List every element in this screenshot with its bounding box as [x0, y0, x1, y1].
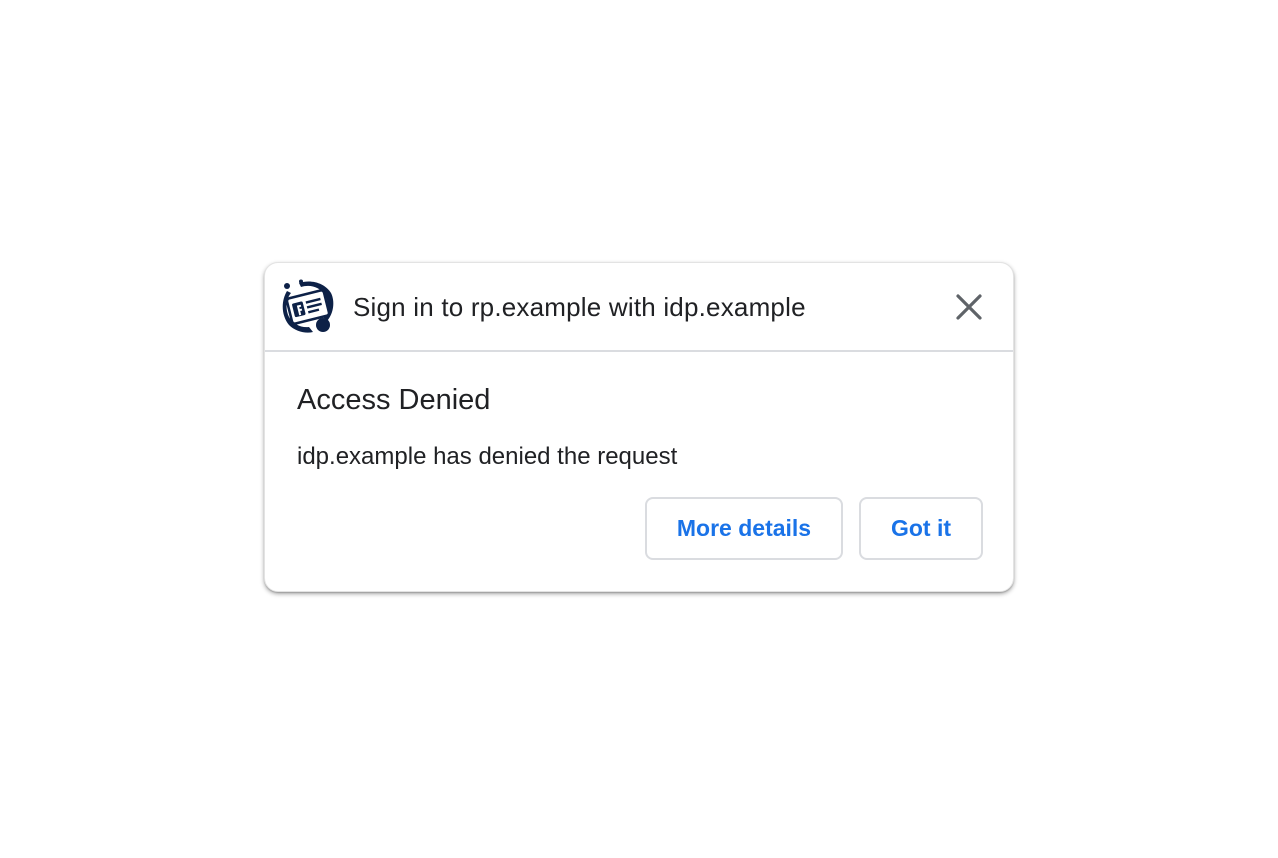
more-details-button[interactable]: More details [645, 497, 843, 560]
got-it-button[interactable]: Got it [859, 497, 983, 560]
close-icon [956, 294, 982, 320]
idp-logo-icon [279, 279, 335, 333]
sign-in-dialog: Sign in to rp.example with idp.example A… [264, 262, 1014, 592]
close-button[interactable] [951, 289, 987, 325]
dialog-message: idp.example has denied the request [297, 443, 678, 470]
dialog-content-title: Access Denied [297, 384, 491, 416]
dialog-header: Sign in to rp.example with idp.example [265, 263, 1013, 352]
dialog-header-title: Sign in to rp.example with idp.example [353, 292, 806, 322]
